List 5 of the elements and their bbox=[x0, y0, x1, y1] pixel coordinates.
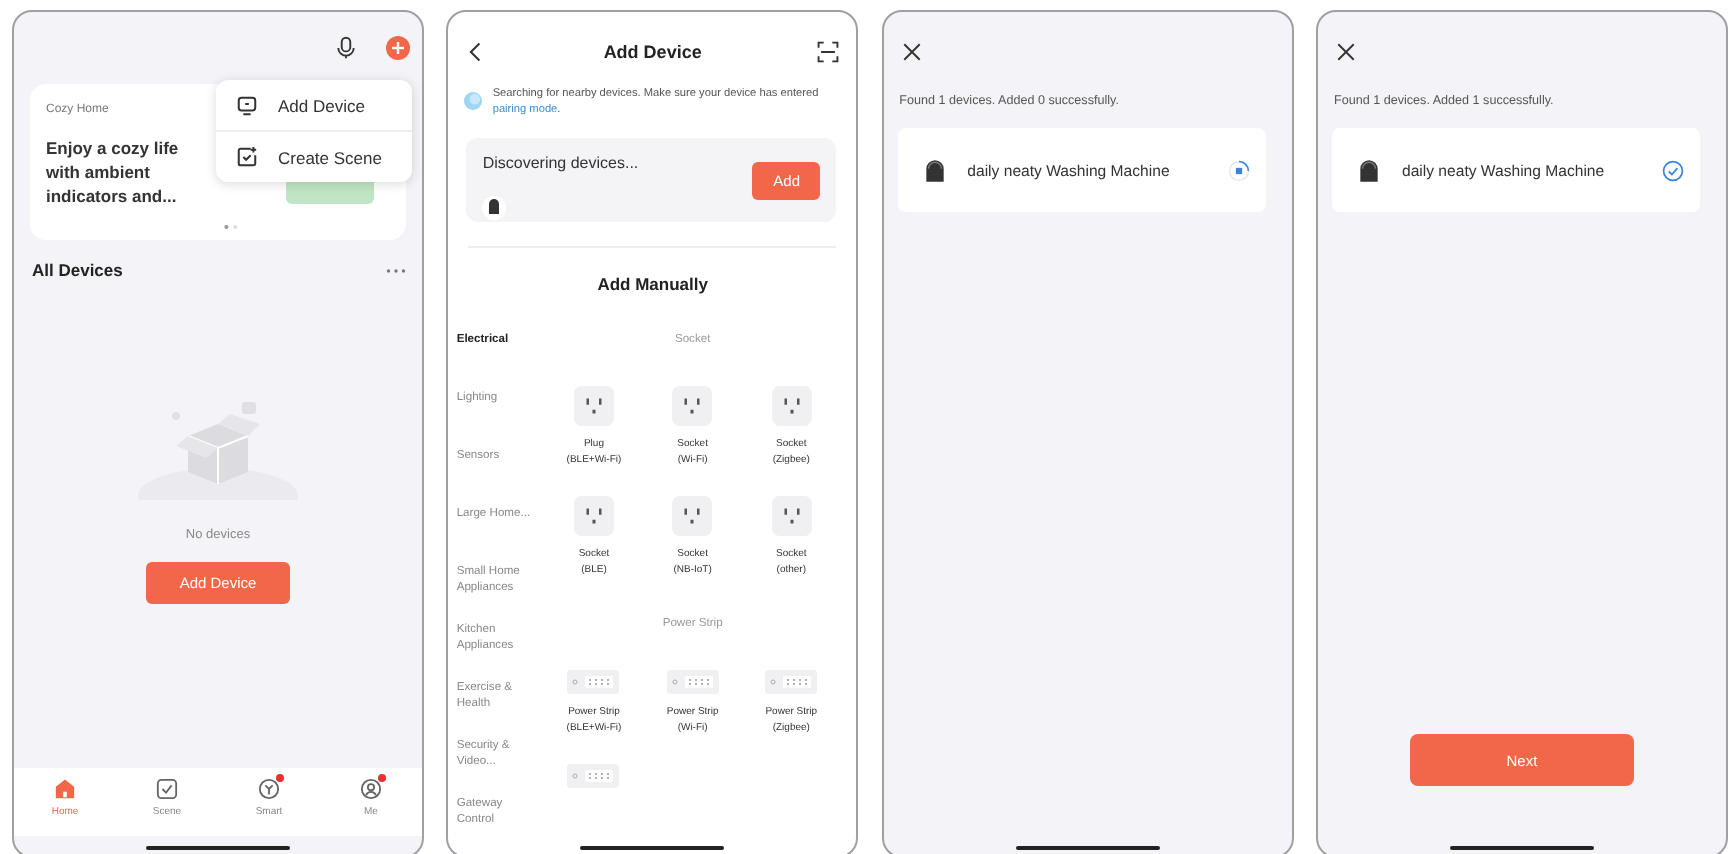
discovering-label: Discovering devices... bbox=[482, 154, 639, 172]
banner-text: Enjoy a cozy life with ambient indicators and... bbox=[46, 136, 181, 208]
section-title: Add Manually bbox=[468, 246, 837, 294]
screen-title: Add Device bbox=[603, 42, 702, 62]
section-title: All Devices bbox=[32, 260, 123, 280]
